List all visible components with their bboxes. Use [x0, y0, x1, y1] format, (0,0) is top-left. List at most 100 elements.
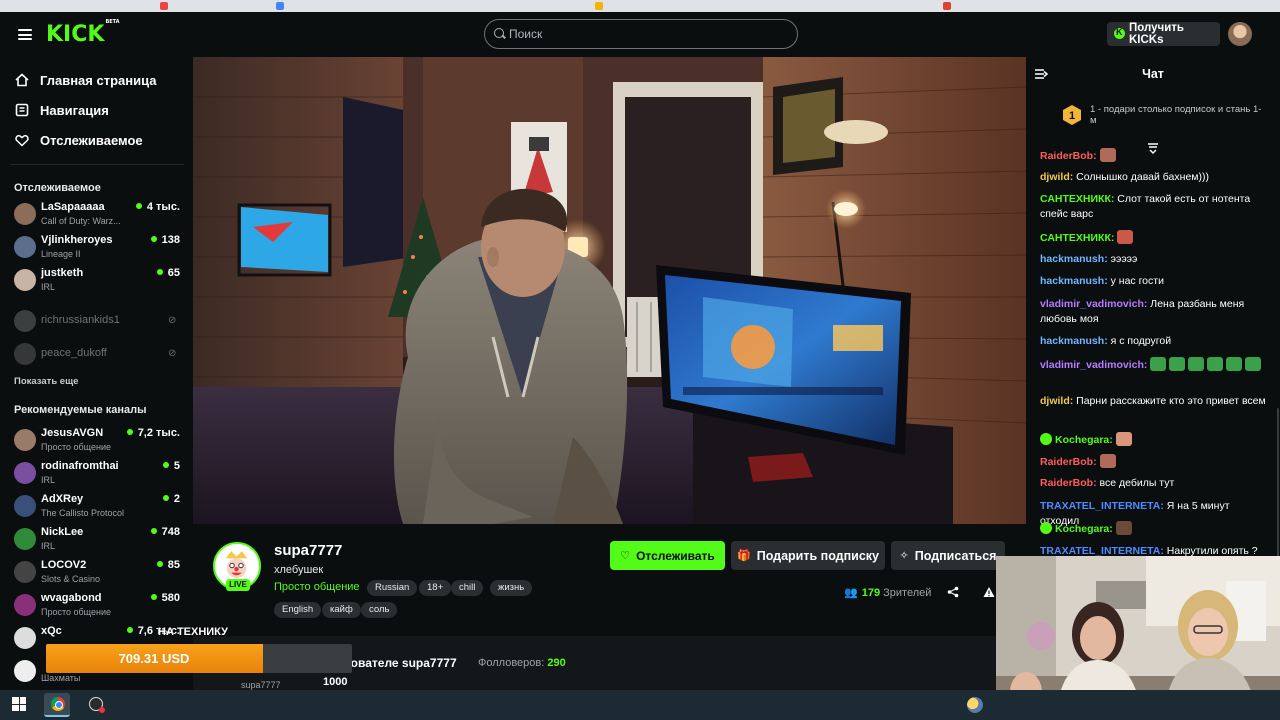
- tag-pill[interactable]: соль: [361, 602, 398, 618]
- search-box[interactable]: [484, 19, 798, 49]
- chat-username[interactable]: vladimir_vadimovich:: [1040, 359, 1147, 371]
- subscribe-button[interactable]: ✧ Подписаться: [891, 541, 1005, 570]
- chrome-icon: [51, 697, 65, 711]
- channel-category: Slots & Casino: [41, 574, 101, 584]
- chrome-taskbar-button[interactable]: [44, 693, 70, 717]
- chat-username[interactable]: RaiderBob:: [1040, 477, 1097, 489]
- tag-pill[interactable]: 18+: [419, 580, 452, 596]
- browser-tab-strip: [0, 0, 1280, 12]
- channel-name: Vjlinkheroyes: [41, 234, 113, 246]
- browser-tab-icon[interactable]: [276, 2, 284, 10]
- recommended-channel[interactable]: LOCOV2 Slots & Casino 85: [14, 558, 184, 588]
- obs-taskbar-button[interactable]: [82, 693, 108, 717]
- recommended-channel[interactable]: JesusAVGN Просто общение 7,2 тыс.: [14, 426, 184, 456]
- nav-browse[interactable]: Навигация: [14, 100, 109, 120]
- gift-sub-button[interactable]: 🎁 Подарить подписку: [731, 541, 885, 570]
- rank-badge-icon: 1: [1063, 105, 1081, 125]
- followed-channel-offline[interactable]: richrussiankids1 ⊘: [14, 307, 184, 337]
- tag-pill[interactable]: Russian: [367, 580, 418, 596]
- about-title: зователе supa7777: [345, 656, 457, 670]
- sidebar-divider: [10, 164, 184, 165]
- channel-viewers: 2: [163, 493, 180, 505]
- gift-icon: 🎁: [737, 550, 751, 562]
- verified-badge-icon: [1040, 522, 1052, 534]
- chat-username[interactable]: djwild:: [1040, 171, 1073, 183]
- tag-pill[interactable]: кайф: [322, 602, 361, 618]
- heart-icon: [14, 132, 30, 148]
- chat-username[interactable]: САНТЕХНИКК:: [1040, 232, 1114, 244]
- chat-username[interactable]: hackmanush:: [1040, 253, 1108, 265]
- user-avatar[interactable]: [1228, 22, 1252, 46]
- windows-start-icon[interactable]: [12, 697, 26, 711]
- kick-logo[interactable]: KICKBETA: [46, 19, 120, 47]
- channel-name: wvagabond: [41, 592, 102, 604]
- chat-username[interactable]: САНТЕХНИКК:: [1040, 193, 1114, 205]
- recommended-channel[interactable]: NickLee IRL 748: [14, 525, 184, 555]
- chat-message: djwild: Парни расскажите кто это привет …: [1040, 394, 1270, 409]
- weather-tray-icon[interactable]: [967, 697, 983, 713]
- followed-channel[interactable]: Vjlinkheroyes Lineage II 138: [14, 233, 184, 263]
- chat-emote-icon: [1226, 357, 1243, 371]
- browser-tab-icon[interactable]: [160, 2, 168, 10]
- viewers-icon: 👥: [844, 587, 858, 599]
- streamer-name[interactable]: supa7777: [274, 542, 342, 559]
- live-badge: LIVE: [226, 579, 250, 591]
- channel-name: richrussiankids1: [41, 314, 120, 326]
- screen: { "topbar": { "logo": "KICK", "logo_tag"…: [0, 0, 1280, 720]
- chat-username[interactable]: RaiderBob:: [1040, 150, 1097, 162]
- search-input[interactable]: [509, 25, 779, 43]
- chat-emote-icon: [1115, 432, 1132, 446]
- donation-goal-bar: 709.31 USD: [46, 644, 352, 673]
- chat-username[interactable]: djwild:: [1040, 395, 1073, 407]
- get-kicks-button[interactable]: Получить KICKs: [1107, 22, 1220, 46]
- browser-tab-icon[interactable]: [595, 2, 603, 10]
- chat-username[interactable]: Kochegara:: [1055, 523, 1113, 535]
- channel-viewers: 5: [163, 460, 180, 472]
- report-icon[interactable]: [983, 586, 995, 598]
- follow-button[interactable]: ♡ Отслеживать: [610, 541, 725, 570]
- chat-message: vladimir_vadimovich:: [1040, 357, 1270, 373]
- chat-username[interactable]: TRAXATEL_INTERNETA:: [1040, 500, 1164, 512]
- menu-icon[interactable]: [18, 29, 32, 40]
- followed-channel[interactable]: LaSapaaaaa Call of Duty: Warz... 4 тыс.: [14, 200, 184, 230]
- tag-pill[interactable]: English: [274, 602, 322, 618]
- browser-tab-icon[interactable]: [943, 2, 951, 10]
- top-bar: KICKBETA Получить KICKs: [0, 12, 1280, 58]
- chat-emote-icon: [1099, 148, 1116, 162]
- share-icon[interactable]: [947, 586, 959, 598]
- obs-icon: [89, 697, 105, 713]
- chat-text: я с подругой: [1110, 335, 1172, 347]
- chat-username[interactable]: hackmanush:: [1040, 335, 1108, 347]
- chat-username[interactable]: Kochegara:: [1055, 434, 1113, 446]
- chat-username[interactable]: vladimir_vadimovich:: [1040, 298, 1147, 310]
- stream-category-link[interactable]: Просто общение: [274, 581, 360, 593]
- gift-leaderboard[interactable]: 1 1 - подари столько подписок и стань 1-…: [1026, 90, 1280, 142]
- show-more-link[interactable]: Показать еще: [14, 376, 78, 387]
- followed-channel[interactable]: justketh IRL 65: [14, 266, 184, 296]
- channel-avatar: [14, 269, 36, 291]
- recommended-channel[interactable]: AdXRey The Callisto Protocol 2: [14, 492, 184, 522]
- channel-viewers: 85: [157, 559, 180, 571]
- chat-message: Kochegara:: [1040, 432, 1270, 448]
- nav-home[interactable]: Главная страница: [14, 70, 156, 90]
- channel-avatar: [14, 203, 36, 225]
- recommended-channel[interactable]: rodinafromthai IRL 5: [14, 459, 184, 489]
- recommended-heading: Рекомендуемые каналы: [14, 404, 147, 416]
- video-player[interactable]: [193, 57, 1026, 524]
- nav-following[interactable]: Отслеживаемое: [14, 130, 143, 150]
- tag-pill[interactable]: chill: [451, 580, 484, 596]
- channel-name: NickLee: [41, 526, 84, 538]
- chat-username[interactable]: RaiderBob:: [1040, 456, 1097, 468]
- search-icon: [494, 28, 504, 38]
- channel-viewers: 138: [151, 234, 180, 246]
- chat-title: Чат: [1142, 67, 1164, 81]
- kicks-coin-icon: [1114, 27, 1125, 39]
- tag-pill[interactable]: жизнь: [490, 580, 533, 596]
- chat-username[interactable]: hackmanush:: [1040, 275, 1108, 287]
- channel-category: IRL: [41, 282, 56, 292]
- channel-name: AdXRey: [41, 493, 84, 505]
- channel-avatar: [14, 528, 36, 550]
- followed-channel-offline[interactable]: peace_dukoff ⊘: [14, 340, 184, 370]
- chat-header: Чат: [1026, 58, 1280, 90]
- recommended-channel[interactable]: wvagabond Просто общение 580: [14, 591, 184, 621]
